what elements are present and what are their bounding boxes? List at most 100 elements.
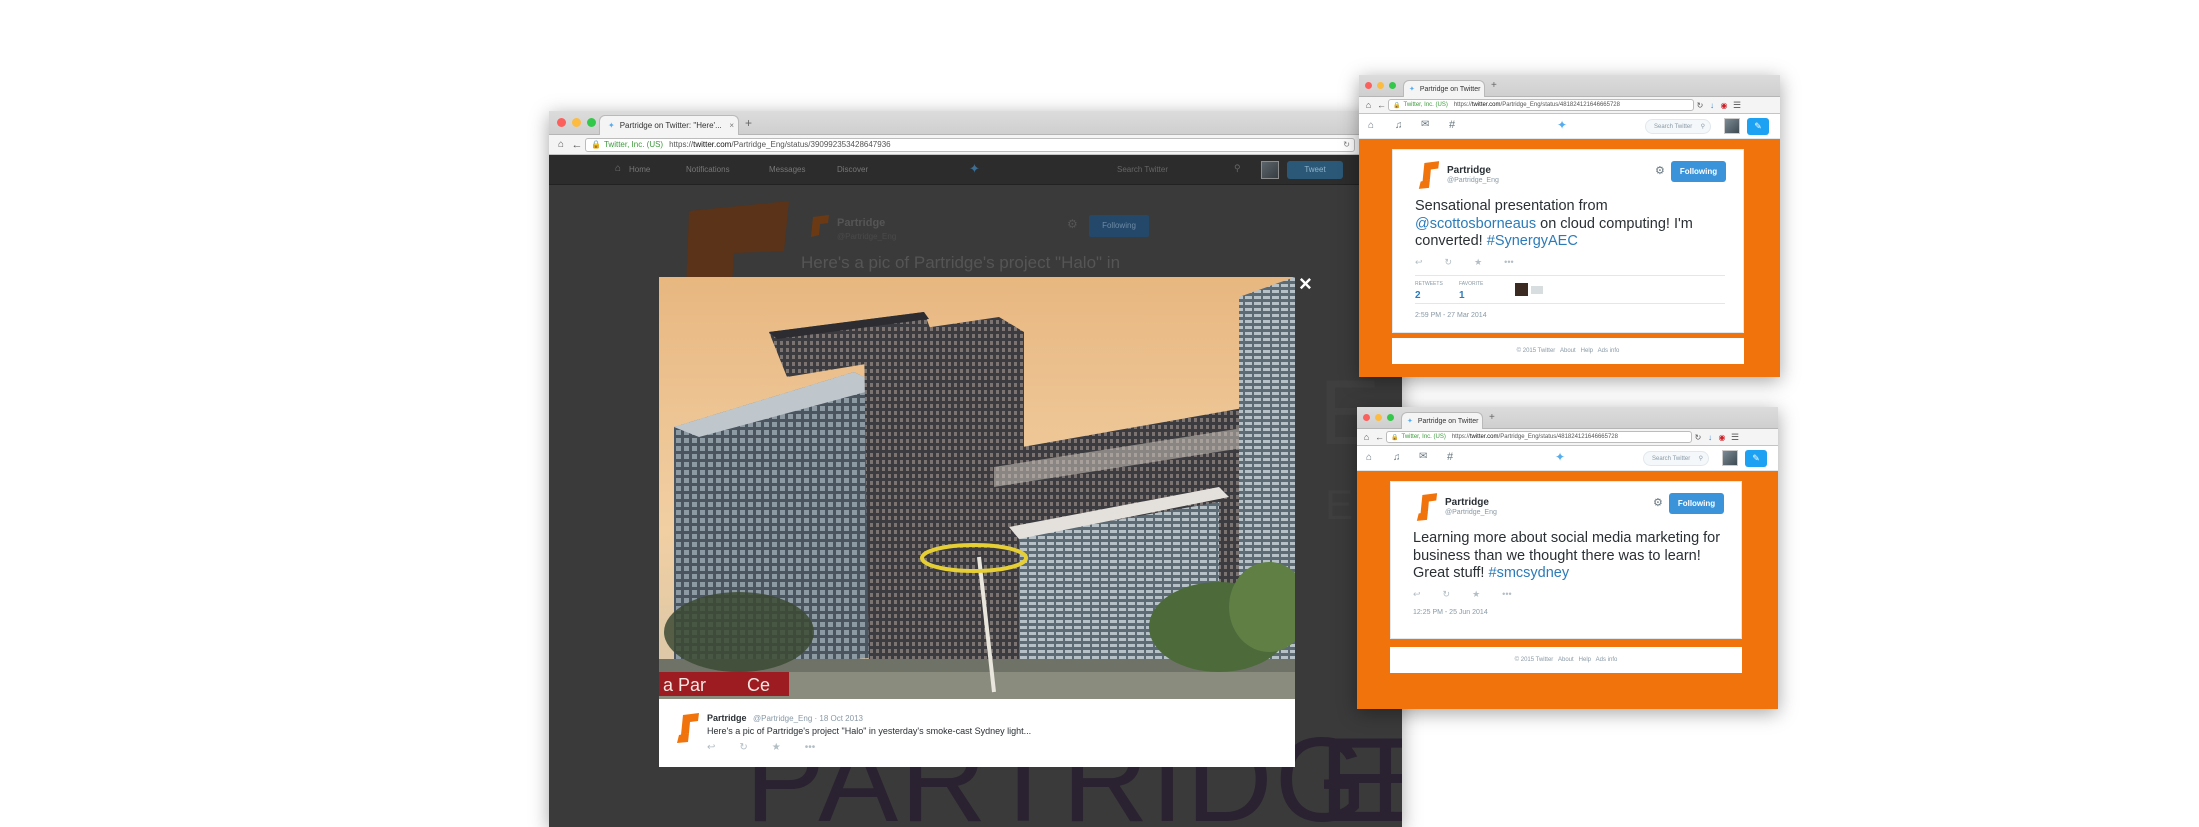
reply-icon[interactable]: ↩	[1415, 257, 1423, 268]
back-icon[interactable]: ←	[1375, 100, 1388, 110]
discover-nav-icon[interactable]: #	[1449, 119, 1455, 131]
hashtag-link[interactable]: #SynergyAEC	[1487, 233, 1578, 249]
reload-icon[interactable]: ↻	[1694, 101, 1706, 110]
avatar[interactable]	[1724, 118, 1740, 134]
messages-nav-icon[interactable]: ✉	[1419, 451, 1427, 462]
messages-nav-icon[interactable]: ✉	[1421, 119, 1429, 130]
menu-icon[interactable]: ☰	[1730, 100, 1744, 111]
home-icon[interactable]: ⌂	[1360, 432, 1373, 442]
close-window-button[interactable]	[1363, 414, 1370, 421]
url-bar[interactable]: 🔒 Twitter, Inc. (US) https://twitter.com…	[1388, 99, 1694, 111]
tweet-button[interactable]: Tweet	[1287, 161, 1343, 179]
pinterest-icon[interactable]: ◉	[1716, 433, 1728, 442]
nav-notifications[interactable]: Notifications	[686, 165, 730, 174]
compose-tweet-button[interactable]: ✎	[1745, 450, 1767, 467]
lock-icon: 🔒	[1391, 434, 1399, 441]
reload-icon[interactable]: ↻	[1343, 140, 1354, 149]
more-icon[interactable]: •••	[805, 742, 816, 753]
avatar[interactable]	[1261, 161, 1279, 179]
favorites-count[interactable]: 1	[1459, 290, 1465, 301]
search-icon[interactable]: ⚲	[1234, 163, 1241, 174]
modal-tweet-logo	[677, 713, 699, 743]
more-icon[interactable]: •••	[1502, 589, 1511, 600]
search-icon[interactable]: ⚲	[1701, 123, 1710, 130]
photo-modal: a Par Ce Partridge @Partridge_Eng · 18 O…	[659, 277, 1295, 767]
following-button[interactable]: Following	[1671, 161, 1726, 182]
favoriter-avatar-2[interactable]	[1531, 286, 1543, 294]
nav-messages[interactable]: Messages	[769, 165, 805, 174]
tab-close-icon[interactable]: ×	[1478, 418, 1482, 425]
close-window-button[interactable]	[557, 118, 566, 127]
minimize-window-button[interactable]	[1377, 82, 1384, 89]
download-icon[interactable]: ↓	[1704, 433, 1716, 442]
favorite-icon[interactable]: ★	[772, 742, 781, 753]
new-tab-button[interactable]: +	[1489, 412, 1495, 423]
search-input[interactable]: Search Twitter ⚲	[1645, 119, 1711, 134]
retweet-icon[interactable]: ↻	[739, 742, 747, 753]
reply-icon[interactable]: ↩	[707, 742, 715, 753]
url-bar[interactable]: 🔒 Twitter, Inc. (US) https://twitter.com…	[1386, 431, 1692, 443]
search-icon[interactable]: ⚲	[1699, 455, 1708, 462]
bg-gear-icon[interactable]: ⚙	[1067, 217, 1078, 231]
menu-icon[interactable]: ☰	[1728, 432, 1742, 443]
mention-link[interactable]: @scottosborneaus	[1415, 216, 1536, 232]
close-modal-button[interactable]: ×	[1299, 271, 1312, 297]
bg-following-button[interactable]: Following	[1089, 215, 1149, 237]
reply-icon[interactable]: ↩	[1413, 589, 1421, 600]
tweet-author-handle[interactable]: @Partridge_Eng	[1447, 177, 1499, 184]
new-tab-button[interactable]: +	[1491, 80, 1497, 91]
more-icon[interactable]: •••	[1504, 257, 1513, 268]
modal-tweet-meta: @Partridge_Eng · 18 Oct 2013	[753, 714, 863, 723]
nav-discover[interactable]: Discover	[837, 165, 868, 174]
zoom-window-button[interactable]	[1389, 82, 1396, 89]
tab-close-icon[interactable]: ×	[725, 121, 738, 130]
retweets-label: RETWEETS	[1415, 281, 1443, 287]
background-letters-3: E	[1319, 713, 1400, 827]
tab-active[interactable]: ✦ Partridge on Twitter: "Here'... ×	[599, 115, 739, 135]
close-window-button[interactable]	[1365, 82, 1372, 89]
retweet-icon[interactable]: ↻	[1443, 589, 1451, 600]
pinterest-icon[interactable]: ◉	[1718, 101, 1730, 110]
home-icon[interactable]: ⌂	[553, 139, 569, 150]
tweet-author-handle[interactable]: @Partridge_Eng	[1445, 509, 1497, 516]
search-input[interactable]: Search Twitter	[1117, 165, 1168, 174]
zoom-window-button[interactable]	[587, 118, 596, 127]
url-bar[interactable]: 🔒 Twitter, Inc. (US) https://twitter.com…	[585, 137, 1355, 152]
favoriter-avatar[interactable]	[1515, 283, 1528, 296]
home-nav-icon[interactable]: ⌂	[615, 163, 621, 174]
tab-active[interactable]: ✦ Partridge on Twitter ×	[1401, 412, 1483, 429]
retweets-count[interactable]: 2	[1415, 290, 1421, 301]
notifications-nav-icon[interactable]: ♫	[1393, 452, 1401, 463]
tweet-author-name[interactable]: Partridge	[1445, 497, 1489, 508]
reload-icon[interactable]: ↻	[1692, 433, 1704, 442]
modal-tweet-name[interactable]: Partridge	[707, 713, 747, 723]
new-tab-button[interactable]: +	[745, 116, 752, 130]
favorite-icon[interactable]: ★	[1474, 257, 1482, 268]
back-icon[interactable]: ←	[569, 139, 585, 151]
hashtag-link[interactable]: #smcsydney	[1489, 565, 1570, 581]
tab-close-icon[interactable]: ×	[1480, 86, 1484, 93]
avatar[interactable]	[1722, 450, 1738, 466]
retweet-icon[interactable]: ↻	[1445, 257, 1453, 268]
nav-home[interactable]: Home	[629, 165, 650, 174]
back-icon[interactable]: ←	[1373, 432, 1386, 442]
compose-tweet-button[interactable]: ✎	[1747, 118, 1769, 135]
halo-photo[interactable]: a Par Ce	[659, 277, 1295, 699]
favorite-icon[interactable]: ★	[1472, 589, 1480, 600]
notifications-nav-icon[interactable]: ♫	[1395, 120, 1403, 131]
zoom-window-button[interactable]	[1387, 414, 1394, 421]
minimize-window-button[interactable]	[1375, 414, 1382, 421]
search-input[interactable]: Search Twitter ⚲	[1643, 451, 1709, 466]
home-nav-icon[interactable]: ⌂	[1368, 120, 1374, 131]
gear-icon[interactable]: ⚙	[1655, 164, 1665, 177]
tweet-author-name[interactable]: Partridge	[1447, 165, 1491, 176]
download-icon[interactable]: ↓	[1706, 101, 1718, 110]
tab-active[interactable]: ✦ Partridge on Twitter ×	[1403, 80, 1485, 97]
twitter-logo-icon: ✦	[1555, 450, 1566, 464]
gear-icon[interactable]: ⚙	[1653, 496, 1663, 509]
home-icon[interactable]: ⌂	[1362, 100, 1375, 110]
following-button[interactable]: Following	[1669, 493, 1724, 514]
home-nav-icon[interactable]: ⌂	[1366, 452, 1372, 463]
discover-nav-icon[interactable]: #	[1447, 451, 1453, 463]
minimize-window-button[interactable]	[572, 118, 581, 127]
